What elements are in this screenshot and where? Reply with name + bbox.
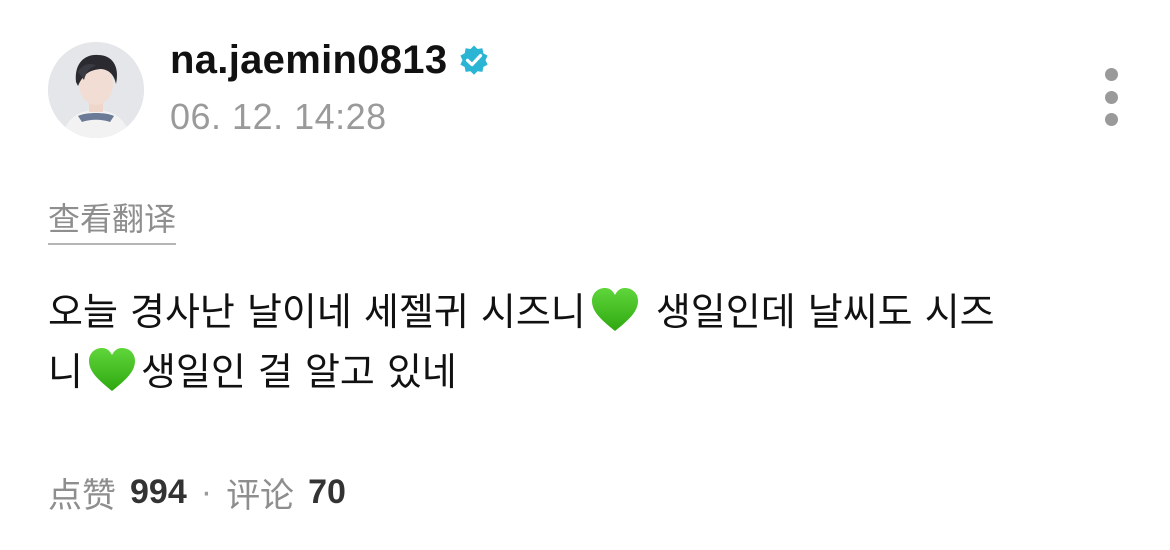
stats-separator: ·: [200, 473, 213, 511]
likes-count[interactable]: 994: [130, 473, 187, 512]
post-text-segment: 생일인데 날씨도 시즈: [643, 290, 995, 334]
likes-label[interactable]: 点赞: [48, 468, 116, 517]
comments-count[interactable]: 70: [308, 473, 346, 512]
verified-badge-icon: [460, 45, 489, 75]
more-options-button[interactable]: [1104, 68, 1118, 126]
post-timestamp: 06. 12. 14:28: [170, 96, 387, 137]
post-text-segment: 생일인 걸 알고 있네: [140, 350, 457, 394]
post-text: 오늘 경사난 날이네 세젤귀 시즈니 생일인데 날씨도 시즈 니 생일인 걸 알고…: [48, 282, 1128, 402]
post-text-segment: 니: [48, 350, 83, 394]
more-vertical-icon: [1104, 68, 1118, 81]
avatar[interactable]: [48, 42, 144, 138]
post-text-segment: 오늘 경사난 날이네 세젤귀 시즈니: [48, 290, 586, 334]
username[interactable]: na.jaemin0813: [170, 38, 447, 83]
post-stats: 点赞 994 · 评论 70: [48, 468, 346, 517]
translate-link[interactable]: 查看翻译: [48, 194, 177, 245]
green-heart-icon: [591, 288, 638, 331]
comments-label[interactable]: 评论: [226, 468, 294, 517]
green-heart-icon: [88, 348, 135, 391]
